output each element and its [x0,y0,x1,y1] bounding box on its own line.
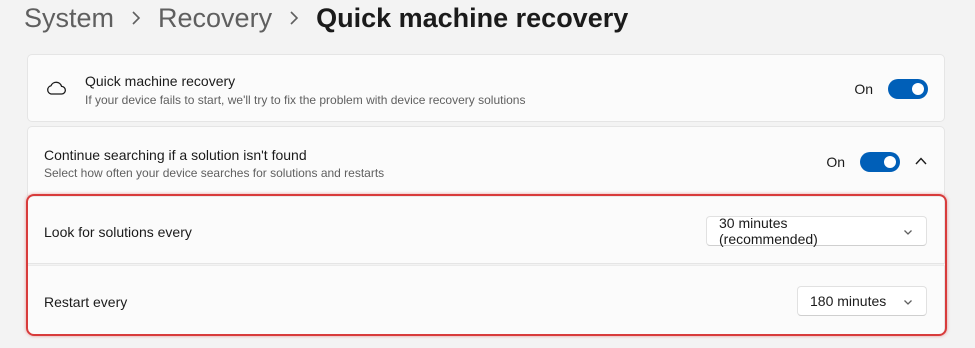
cloud-icon [45,79,67,97]
continue-search-toggle-group: On [826,152,900,172]
continue-search-toggle-label: On [826,154,845,170]
continue-search-title: Continue searching if a solution isn't f… [44,147,307,163]
breadcrumb: System Recovery Quick machine recovery [24,0,628,36]
restart-every-row: Restart every 180 minutes [27,265,945,335]
look-for-solutions-value: 30 minutes (recommended) [719,215,818,247]
toggle-knob [912,83,924,95]
chevron-right-icon [130,10,142,26]
chevron-up-icon[interactable] [914,154,928,168]
restart-every-value: 180 minutes [810,293,887,309]
breadcrumb-system[interactable]: System [24,0,114,36]
restart-every-dropdown[interactable]: 180 minutes [797,286,927,316]
quick-recovery-toggle-label: On [854,81,873,97]
restart-every-label: Restart every [44,294,128,310]
toggle-knob [884,156,896,168]
look-for-solutions-label: Look for solutions every [44,224,192,240]
look-for-solutions-row: Look for solutions every 30 minutes (rec… [27,196,945,264]
continue-search-description: Select how often your device searches fo… [44,166,385,180]
quick-recovery-toggle[interactable] [888,79,928,99]
chevron-down-icon [902,225,914,237]
look-for-solutions-dropdown[interactable]: 30 minutes (recommended) [706,215,927,247]
quick-recovery-title: Quick machine recovery [85,73,236,89]
continue-search-toggle[interactable] [860,152,900,172]
breadcrumb-recovery[interactable]: Recovery [158,0,272,36]
chevron-down-icon [902,295,914,307]
quick-recovery-toggle-group: On [854,79,928,99]
page-title: Quick machine recovery [316,3,629,33]
continue-search-card[interactable]: Continue searching if a solution isn't f… [27,126,945,196]
quick-recovery-description: If your device fails to start, we'll try… [85,93,526,107]
quick-recovery-card: Quick machine recovery If your device fa… [27,54,945,122]
chevron-right-icon [288,10,300,26]
